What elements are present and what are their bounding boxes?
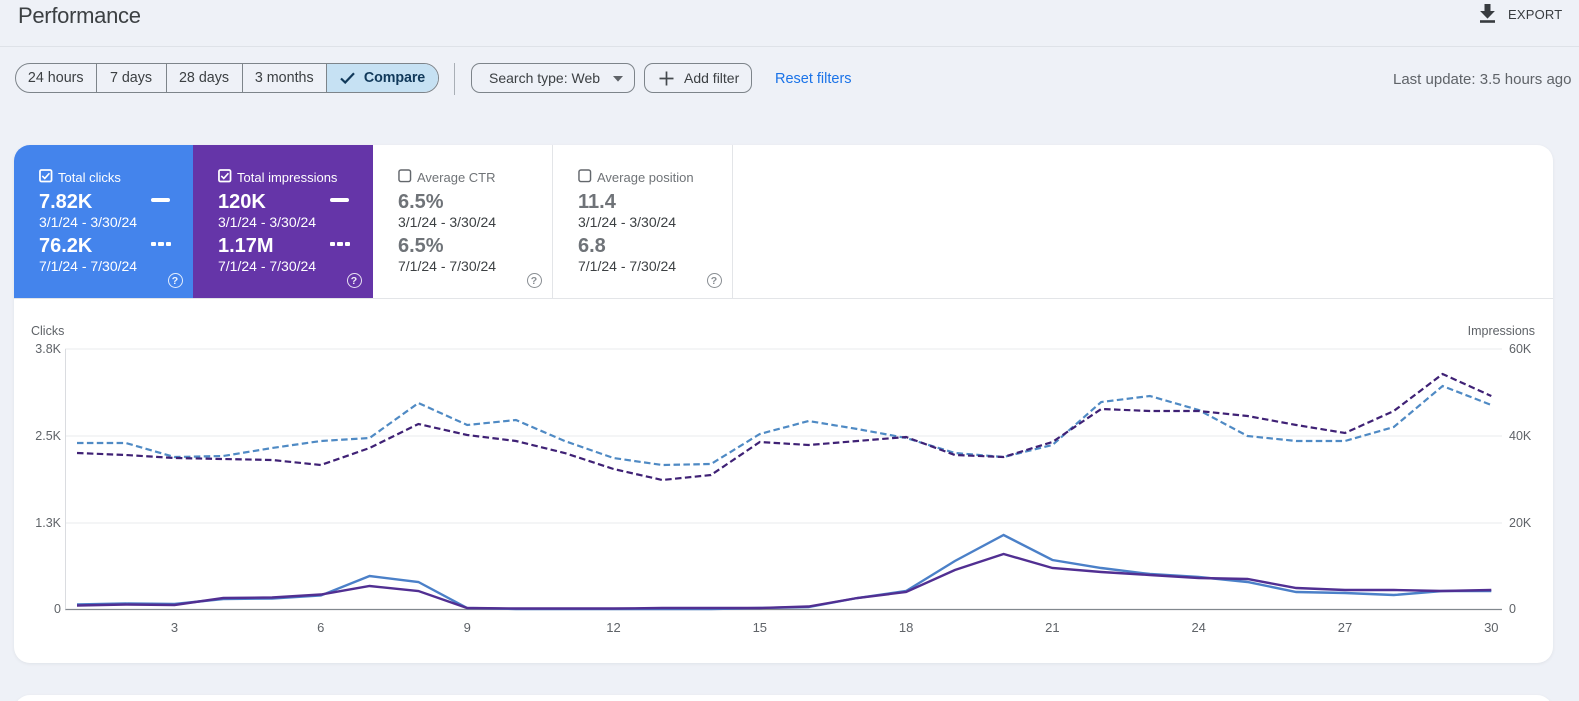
svg-text:21: 21 bbox=[1045, 620, 1059, 635]
svg-text:Clicks: Clicks bbox=[31, 324, 64, 338]
svg-text:0: 0 bbox=[54, 602, 61, 616]
svg-text:15: 15 bbox=[753, 620, 767, 635]
svg-text:Impressions: Impressions bbox=[1468, 324, 1535, 338]
svg-text:9: 9 bbox=[464, 620, 471, 635]
svg-text:24: 24 bbox=[1191, 620, 1205, 635]
svg-text:27: 27 bbox=[1338, 620, 1352, 635]
svg-text:18: 18 bbox=[899, 620, 913, 635]
svg-text:60K: 60K bbox=[1509, 342, 1532, 356]
svg-text:30: 30 bbox=[1484, 620, 1498, 635]
svg-text:40K: 40K bbox=[1509, 429, 1532, 443]
svg-text:3.8K: 3.8K bbox=[35, 342, 61, 356]
svg-text:12: 12 bbox=[606, 620, 620, 635]
svg-text:6: 6 bbox=[317, 620, 324, 635]
svg-text:3: 3 bbox=[171, 620, 178, 635]
svg-text:2.5K: 2.5K bbox=[35, 429, 61, 443]
svg-text:20K: 20K bbox=[1509, 516, 1532, 530]
svg-text:0: 0 bbox=[1509, 602, 1516, 616]
svg-text:1.3K: 1.3K bbox=[35, 516, 61, 530]
